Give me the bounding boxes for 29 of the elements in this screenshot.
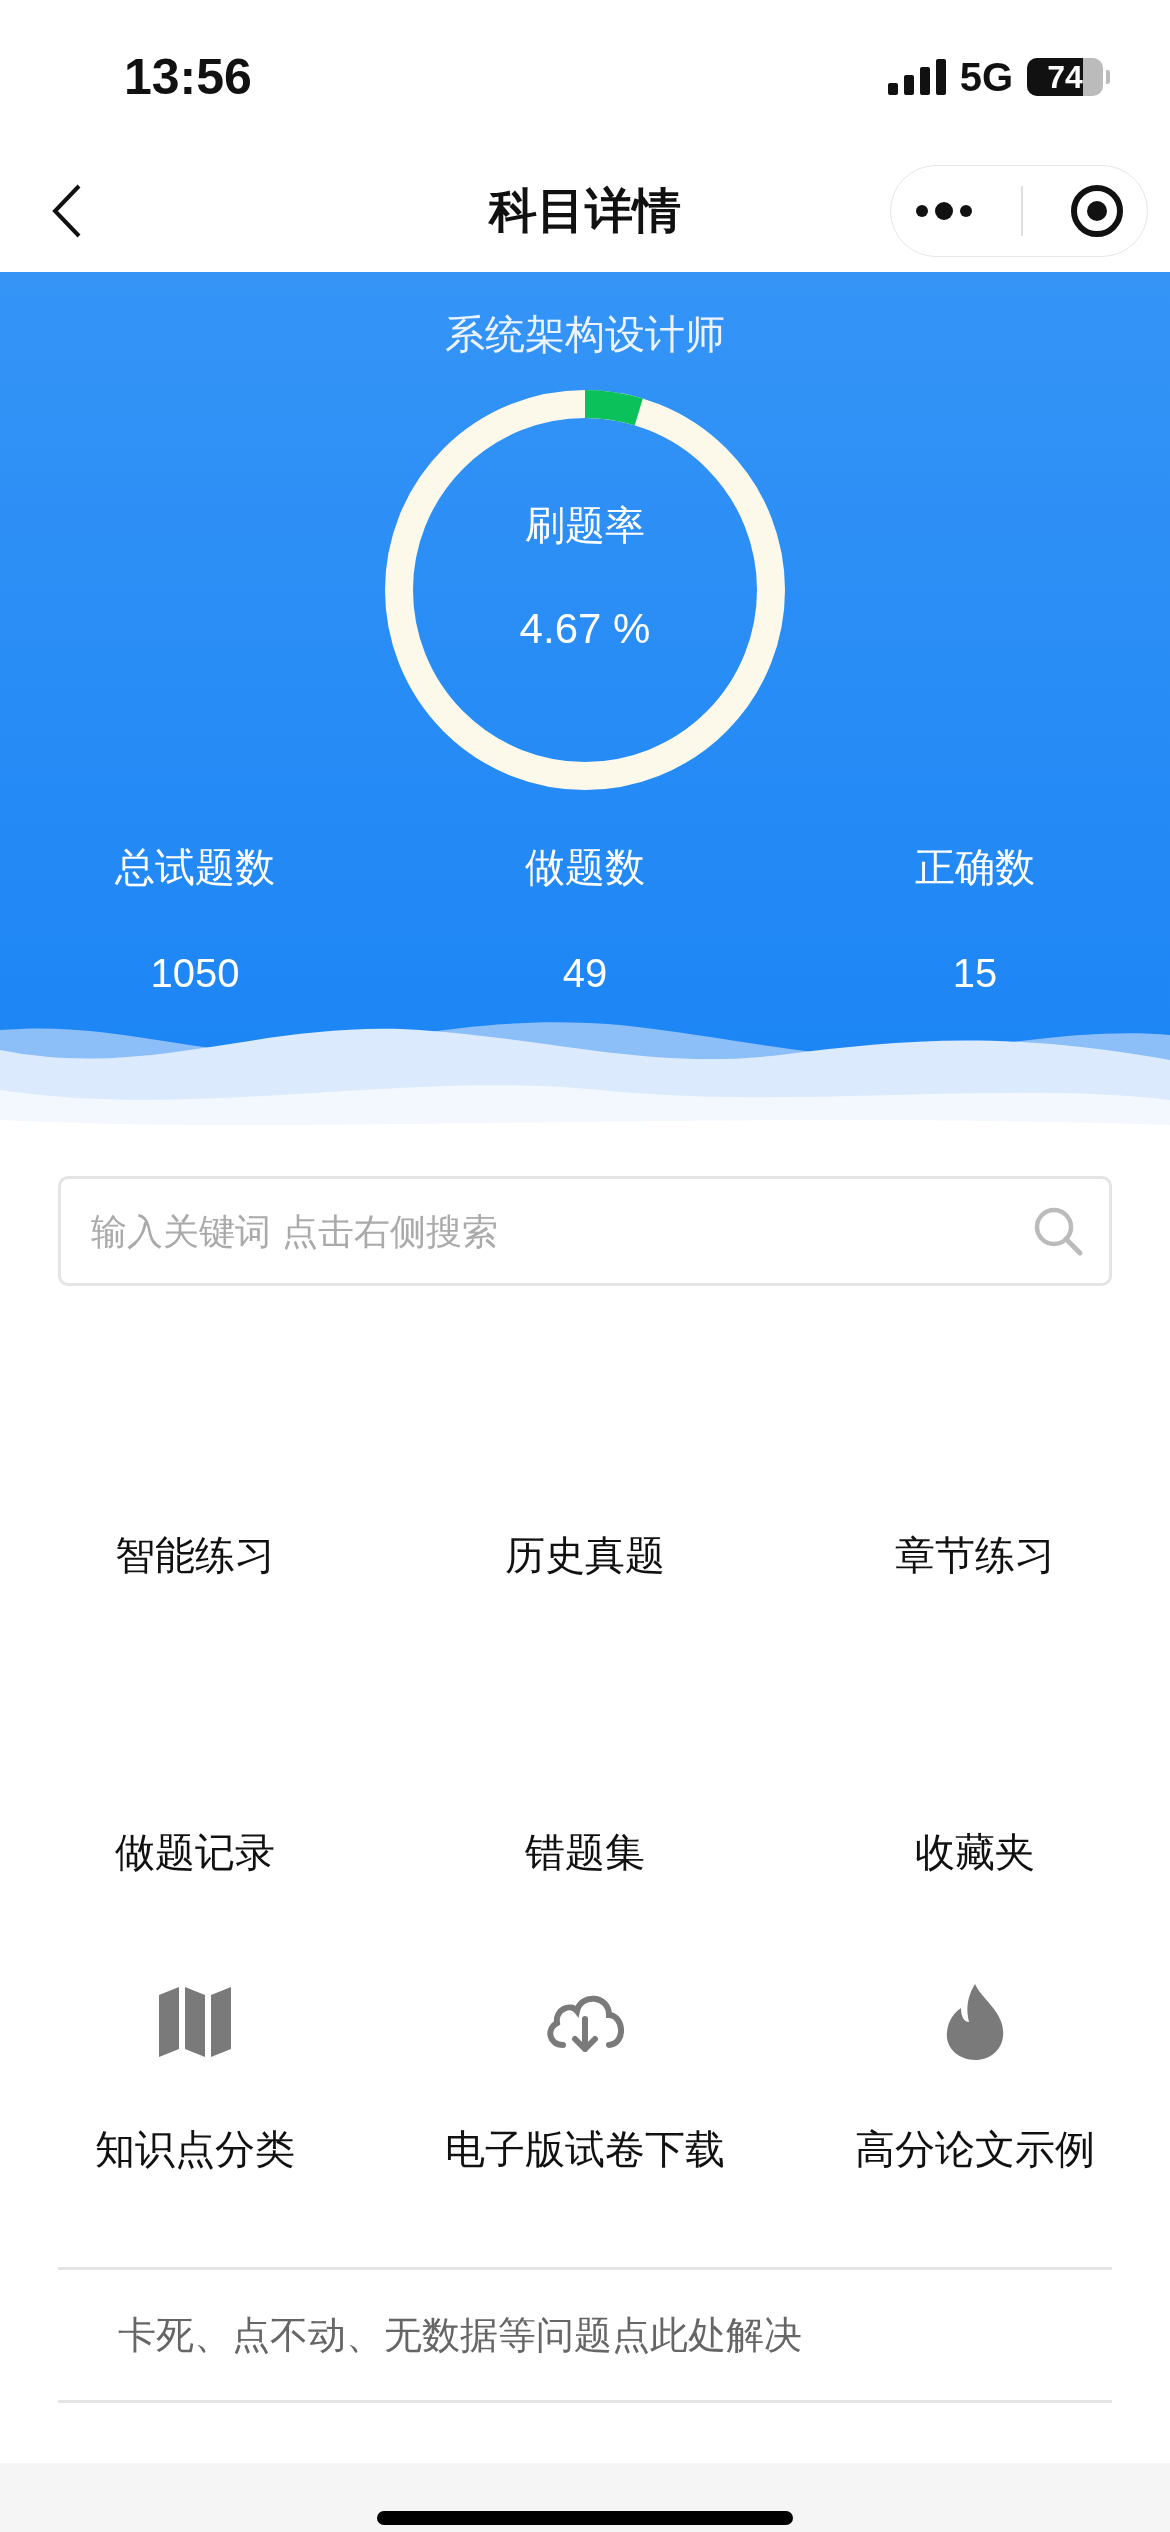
help-link[interactable]: 卡死、点不动、无数据等问题点此处解决 (58, 2267, 1112, 2403)
subject-title: 系统架构设计师 (445, 310, 725, 359)
stat-label: 总试题数 (115, 843, 275, 892)
search-field[interactable]: 输入关键词 点击右侧搜索 (58, 1176, 1112, 1286)
flame-icon[interactable] (945, 1984, 1005, 2060)
menu-item[interactable]: 智能练习 (115, 1528, 275, 1583)
page-title: 科目详情 (489, 181, 681, 240)
menu-item[interactable]: 收藏夹 (915, 1825, 1035, 1880)
status-time: 13:56 (124, 48, 252, 106)
menu-item[interactable]: 高分论文示例 (855, 2122, 1095, 2177)
rate-label: 刷题率 (525, 500, 645, 550)
map-icon[interactable] (159, 1987, 231, 2057)
stat-label: 正确数 (915, 843, 1035, 892)
menu-item[interactable]: 做题记录 (115, 1825, 275, 1880)
menu-item[interactable]: 历史真题 (505, 1528, 665, 1583)
stat-label: 做题数 (525, 843, 645, 892)
back-icon[interactable] (52, 184, 82, 238)
network-label: 5G (959, 54, 1013, 100)
menu-item[interactable]: 电子版试卷下载 (445, 2122, 725, 2177)
stat-value: 1050 (150, 951, 240, 996)
close-icon[interactable] (1069, 184, 1124, 238)
menu-item[interactable]: 章节练习 (895, 1528, 1055, 1583)
stat-value: 49 (562, 951, 608, 996)
more-icon[interactable] (914, 201, 975, 221)
stat-value: 15 (952, 951, 998, 996)
rate-value: 4.67 % (519, 604, 651, 653)
menu-item[interactable]: 知识点分类 (95, 2122, 295, 2177)
signal-icon (887, 59, 946, 95)
menu-item[interactable]: 错题集 (525, 1825, 645, 1880)
